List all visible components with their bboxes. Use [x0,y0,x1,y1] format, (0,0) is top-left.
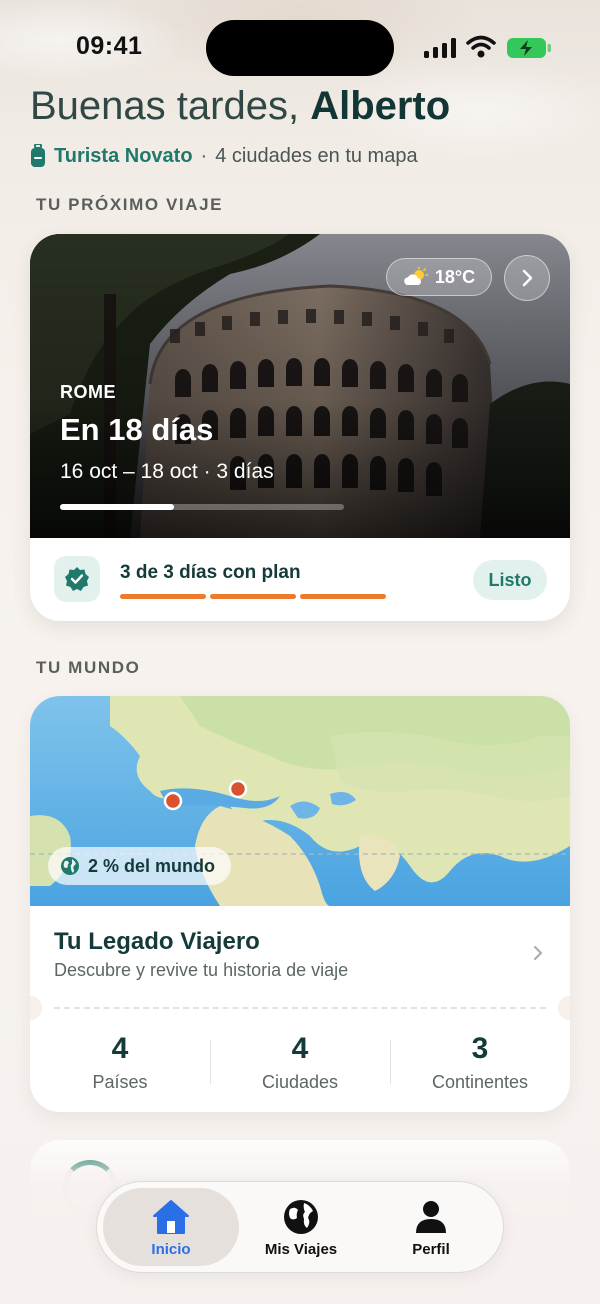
world-percentage-pill: 2 % del mundo [48,847,232,885]
weather-temperature: 18°C [434,266,476,287]
signal-icon [424,38,456,58]
trip-city: ROME [60,382,116,402]
tab-label: Inicio [151,1240,191,1258]
weather-pill: 18°C [386,258,492,296]
verified-check-icon [65,567,89,591]
legacy-subtitle: Descubre y revive tu historia de viaje [54,960,349,980]
stat-value: 4 [111,1032,129,1065]
stat-continents: 3 Continentes [390,1032,570,1093]
stat-value: 3 [471,1032,489,1065]
globe-icon [61,857,79,875]
greeting-text: Buenas tardes, [30,84,300,128]
ready-pill[interactable]: Listo [473,560,547,600]
open-trip-button[interactable] [504,255,550,301]
traveler-rank-line: Turista Novato · 4 ciudades en tu mapa [30,142,418,170]
stat-countries: 4 Países [30,1032,210,1093]
status-time: 09:41 [76,32,143,60]
trip-progress-bar [60,504,344,510]
ticket-notch-left [30,996,42,1020]
stat-label: Continentes [431,1072,529,1092]
plan-status-text: 3 de 3 días con plan [120,562,301,583]
user-name: Alberto [310,84,451,128]
plan-day-bar [210,594,296,599]
traveler-rank: Turista Novato [54,144,193,167]
chevron-right-icon[interactable] [530,944,546,962]
cities-summary: 4 ciudades en tu mapa [215,144,418,167]
tab-label: Mis Viajes [264,1240,338,1258]
home-icon [153,1199,189,1234]
person-icon [416,1200,446,1233]
status-bar: 09:41 [0,0,600,96]
tab-mis-viajes[interactable]: Mis Viajes [233,1188,369,1266]
battery-icon [507,38,551,58]
chevron-right-icon [522,269,533,287]
luggage-badge-icon [31,144,45,167]
plan-check-badge [54,556,100,602]
dynamic-island [206,20,394,76]
tab-bar: Inicio Mis Viajes Perfil [96,1181,504,1273]
tab-label: Perfil [412,1240,450,1258]
stat-label: Países [92,1072,148,1092]
stat-value: 4 [291,1032,309,1065]
separator-dot: · [200,144,208,167]
ticket-notch-right [558,996,570,1020]
trip-countdown: En 18 días [60,412,214,447]
plan-status-row[interactable]: 3 de 3 días con plan Listo [30,538,570,621]
next-trip-card[interactable]: 18°C ROME En 18 días 16 oct – 18 oct · 3… [30,234,570,621]
plan-day-bar [120,594,206,599]
stat-cities: 4 Ciudades [210,1032,390,1093]
world-card[interactable]: 2 % del mundo Tu Legado Viajero Descubre… [30,696,570,1112]
ticket-divider [54,1007,546,1009]
plan-day-bar [300,594,386,599]
tab-perfil[interactable]: Perfil [363,1188,499,1266]
trip-dates: 16 oct – 18 oct · 3 días [60,460,274,483]
tab-inicio[interactable]: Inicio [103,1188,239,1266]
trip-progress-fill [60,504,174,510]
stat-label: Ciudades [261,1072,339,1092]
world-percentage: 2 % del mundo [88,855,216,876]
wifi-icon [466,35,496,58]
globe-icon [284,1199,318,1234]
plan-day-bars [120,594,386,599]
greeting: Buenas tardes, Alberto [30,84,450,129]
partly-cloudy-icon [404,267,429,285]
legacy-title: Tu Legado Viajero [54,928,260,955]
world-section-label: TU MUNDO [36,658,141,677]
next-trip-section-label: TU PRÓXIMO VIAJE [36,195,224,214]
